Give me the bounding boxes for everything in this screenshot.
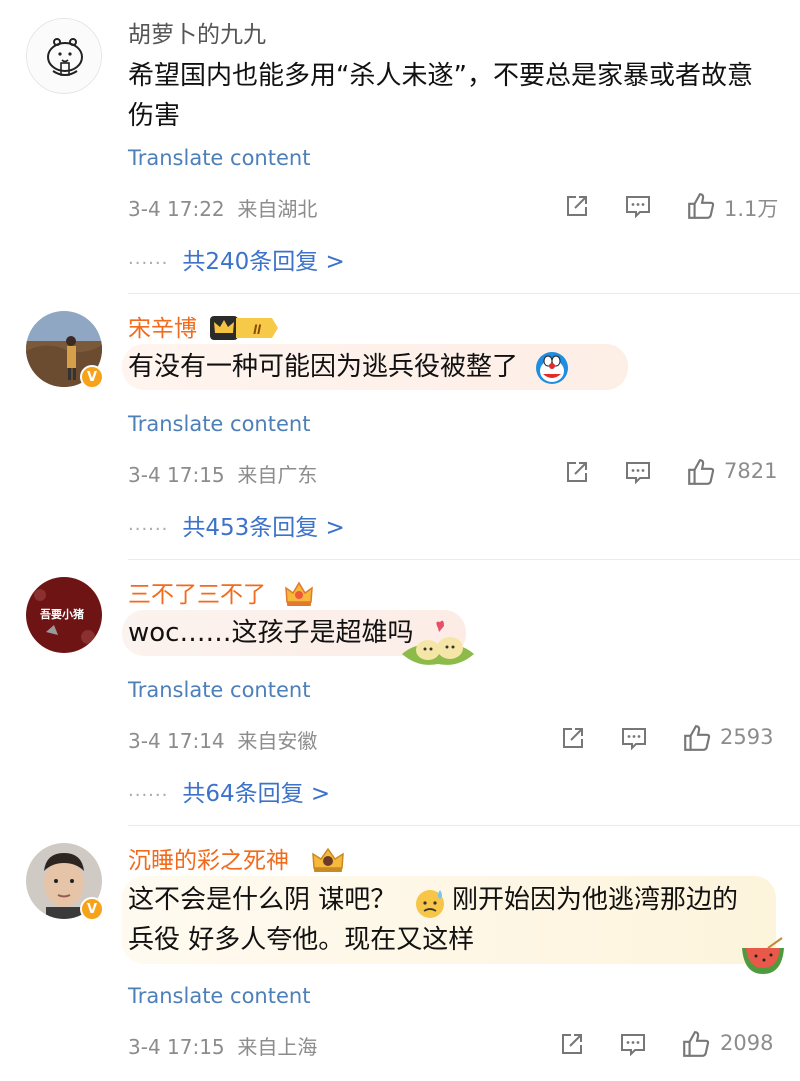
username[interactable]: 宋辛博: [128, 314, 197, 344]
translate-link[interactable]: Translate content: [128, 678, 310, 702]
divider: [128, 825, 800, 826]
timestamp: 3-4 17:22: [128, 197, 225, 221]
share-icon[interactable]: [559, 724, 587, 752]
crown-icon: II: [210, 316, 278, 340]
divider: [128, 293, 800, 294]
verified-icon: V: [80, 365, 104, 389]
share-icon[interactable]: [558, 1030, 586, 1058]
like-icon[interactable]: [686, 457, 716, 487]
username[interactable]: 三不了三不了: [128, 580, 266, 610]
comment-icon[interactable]: [620, 724, 648, 752]
share-icon[interactable]: [563, 458, 591, 486]
location: 来自上海: [237, 1035, 318, 1059]
avatar-image: 吾要小猪: [26, 577, 102, 653]
comment-icon[interactable]: [624, 192, 652, 220]
avatar-image: [27, 19, 101, 93]
location: 来自安徽: [237, 729, 318, 753]
divider: [128, 559, 800, 560]
level-badge: II: [253, 321, 262, 337]
share-icon[interactable]: [563, 192, 591, 220]
translate-link[interactable]: Translate content: [128, 146, 310, 170]
watermelon-icon: [742, 937, 784, 974]
timestamp: 3-4 17:14: [128, 729, 225, 753]
doraemon-emoji-icon: [536, 352, 568, 384]
zongzi-emoji-icon: [402, 620, 474, 665]
username[interactable]: 沉睡的彩之死神: [128, 846, 289, 876]
crown-icon: [312, 847, 344, 872]
translate-link[interactable]: Translate content: [128, 412, 310, 436]
sweat-emoji-icon: [416, 890, 444, 918]
avatar[interactable]: [26, 18, 102, 94]
comment-text: 希望国内也能多用“杀人未遂”，不要总是家暴或者故意: [128, 61, 753, 91]
username[interactable]: 胡萝卜的九九: [128, 20, 266, 50]
comment-meta: 3-4 17:14 来自安徽: [128, 725, 317, 754]
view-replies-link[interactable]: ······ 共453条回复 >: [128, 508, 345, 542]
comment-text-cont: 刚开始因为他逃湾那边的: [452, 885, 739, 915]
timestamp: 3-4 17:15: [128, 1035, 225, 1059]
like-count: 1.1万: [724, 197, 779, 221]
comment-text: 这不会是什么阴 谋吧？: [128, 885, 397, 915]
view-replies-link[interactable]: ······ 共240条回复 >: [128, 242, 345, 276]
comment-text-line2: 兵役 好多人夸他。现在又这样: [128, 925, 475, 955]
avatar-text: 吾要小猪: [40, 607, 84, 621]
location: 来自湖北: [237, 197, 318, 221]
verified-icon: V: [80, 897, 104, 921]
translate-link[interactable]: Translate content: [128, 984, 310, 1008]
comment-text: 有没有一种可能因为逃兵役被整了: [128, 352, 519, 382]
dots-icon: ······: [128, 785, 169, 806]
like-count: 2098: [720, 1031, 774, 1055]
like-count: 7821: [724, 459, 778, 483]
comment-meta: 3-4 17:15 来自广东: [128, 459, 317, 488]
like-icon[interactable]: [681, 1029, 711, 1059]
comment-icon[interactable]: [619, 1030, 647, 1058]
like-count: 2593: [720, 725, 774, 749]
timestamp: 3-4 17:15: [128, 463, 225, 487]
comment-meta: 3-4 17:15 来自上海: [128, 1031, 317, 1060]
comment-text-line2: 伤害: [128, 101, 181, 131]
crown-icon: [285, 581, 313, 606]
comment-icon[interactable]: [624, 458, 652, 486]
dots-icon: ······: [128, 253, 169, 274]
dots-icon: ······: [128, 519, 169, 540]
like-icon[interactable]: [686, 191, 716, 221]
view-replies-link[interactable]: ······ 共64条回复 >: [128, 774, 330, 808]
location: 来自广东: [237, 463, 318, 487]
like-icon[interactable]: [682, 723, 712, 753]
avatar[interactable]: 吾要小猪: [26, 577, 102, 653]
comment-meta: 3-4 17:22 来自湖北: [128, 193, 317, 222]
comment-text: woc……这孩子是超雄吗: [128, 618, 414, 648]
